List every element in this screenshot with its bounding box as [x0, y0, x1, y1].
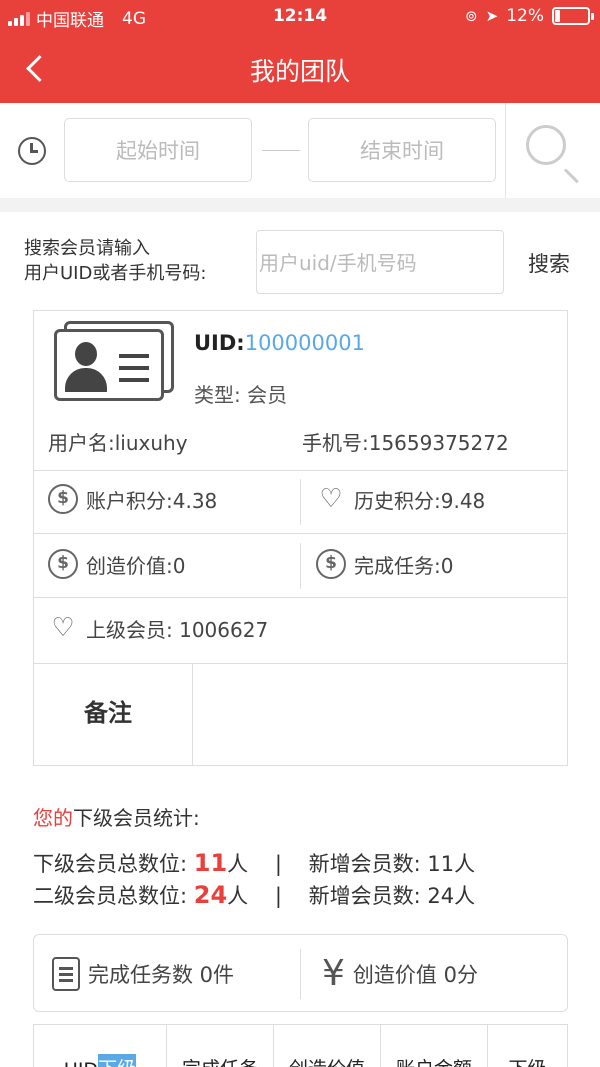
- member-type: 类型: 会员: [194, 383, 288, 407]
- stat-separator: |: [274, 884, 282, 908]
- main-content: 搜索会员请输入 用户UID或者手机号码: 用户uid/手机号码 搜索 UID:1…: [0, 212, 600, 1067]
- history-points-label: 历史积分:9.48: [354, 488, 486, 513]
- uid-label: UID:: [194, 331, 245, 355]
- status-bar: 中国联通 4G 12:14 ⊚ ➤ 12%: [0, 0, 600, 34]
- card-col-divider: [300, 479, 301, 525]
- rotation-lock-icon: ⊚: [465, 7, 478, 25]
- card-divider: [34, 597, 567, 598]
- col-uid-highlight: 下级: [98, 1054, 137, 1067]
- search-input[interactable]: 用户uid/手机号码: [256, 230, 504, 294]
- yen-icon: ¥: [322, 953, 345, 994]
- stat-label: 二级会员总数位:: [33, 884, 188, 908]
- battery-percent: 12%: [506, 6, 544, 26]
- card-col-divider: [300, 543, 301, 589]
- summary-value-label: 创造价值 0分: [352, 963, 478, 987]
- superior-member: ♡ 上级会员: 1006627: [48, 613, 268, 643]
- app-header: 中国联通 4G 12:14 ⊚ ➤ 12% 我的团队: [0, 0, 600, 103]
- created-value-label: 创造价值:0: [86, 553, 186, 578]
- summary-tasks-label: 完成任务数 0件: [88, 963, 235, 987]
- completed-tasks: $ 完成任务:0: [316, 549, 453, 579]
- search-button[interactable]: 搜索: [528, 248, 570, 278]
- points-exchange-icon: $: [48, 484, 78, 514]
- superior-member-label: 上级会员: 1006627: [86, 617, 269, 642]
- dollar-coin-icon: $: [316, 549, 346, 579]
- stats-title-rest: 下级会员统计:: [73, 806, 200, 830]
- col-value[interactable]: 创造价值: [274, 1025, 381, 1067]
- stat-new: 新增会员数: 11人: [308, 852, 476, 876]
- col-uid-label: UID: [64, 1059, 98, 1067]
- stat-unit: 人: [227, 884, 249, 908]
- account-points: $ 账户积分:4.38: [48, 484, 217, 514]
- heart-icon: ♡: [51, 613, 75, 643]
- history-points: ♡ 历史积分:9.48: [316, 484, 485, 514]
- member-username: 用户名:liuxuhy: [48, 431, 188, 455]
- date-range-dash: [262, 150, 300, 151]
- summary-tasks: 完成任务数 0件: [52, 957, 234, 991]
- stat-unit: 人: [227, 852, 249, 876]
- search-label-line2: 用户UID或者手机号码:: [24, 263, 207, 284]
- page-title: 我的团队: [249, 57, 350, 86]
- card-divider: [34, 533, 567, 534]
- summary-divider: [300, 949, 301, 999]
- completed-tasks-label: 完成任务:0: [354, 553, 454, 578]
- search-label: 搜索会员请输入 用户UID或者手机号码:: [24, 236, 206, 286]
- uid-value: 100000001: [244, 331, 365, 355]
- stat-label: 下级会员总数位:: [33, 852, 188, 876]
- battery-icon: [552, 7, 594, 25]
- id-card-icon: [54, 329, 164, 401]
- clock-icon: [18, 137, 46, 165]
- col-uid[interactable]: UID 下级: [34, 1025, 167, 1067]
- member-phone: 手机号:15659375272: [302, 431, 509, 455]
- member-card: UID:100000001 类型: 会员 用户名:liuxuhy 手机号:156…: [33, 310, 568, 766]
- stat-count: 11: [193, 849, 228, 877]
- card-divider: [34, 470, 567, 471]
- nav-bar: 我的团队: [0, 34, 600, 103]
- col-amount[interactable]: 账户金额: [381, 1025, 488, 1067]
- account-points-label: 账户积分:4.38: [86, 488, 218, 513]
- search-label-line1: 搜索会员请输入: [24, 238, 150, 259]
- date-filter: 起始时间 结束时间: [0, 103, 600, 198]
- search-icon[interactable]: [526, 125, 566, 165]
- col-subordinate[interactable]: 下级: [488, 1025, 567, 1067]
- stat-line-level1: 下级会员总数位: 11人 | 新增会员数: 11人: [33, 848, 475, 878]
- stats-title-highlight: 您的: [33, 806, 73, 830]
- member-uid: UID:100000001: [194, 331, 365, 355]
- end-date-field[interactable]: 结束时间: [308, 118, 496, 182]
- money-bag-icon: $: [48, 549, 78, 579]
- document-icon: [52, 957, 80, 991]
- card-divider: [34, 663, 567, 664]
- col-tasks[interactable]: 完成任务: [167, 1025, 274, 1067]
- summary-box: 完成任务数 0件 ¥ 创造价值 0分: [33, 934, 568, 1012]
- note-divider: [192, 663, 193, 766]
- summary-value: ¥ 创造价值 0分: [322, 953, 478, 994]
- location-icon: ➤: [485, 7, 499, 25]
- note-label: 备注: [84, 699, 132, 727]
- stat-line-level2: 二级会员总数位: 24人 | 新增会员数: 24人: [33, 880, 475, 910]
- created-value: $ 创造价值:0: [48, 549, 185, 579]
- stat-separator: |: [274, 852, 282, 876]
- start-date-field[interactable]: 起始时间: [64, 118, 252, 182]
- subordinate-table-header: UID 下级 完成任务 创造价值 账户金额 下级: [33, 1024, 568, 1067]
- stat-count: 24: [193, 881, 228, 909]
- stat-new: 新增会员数: 24人: [308, 884, 476, 908]
- filter-divider: [505, 103, 506, 198]
- stats-title: 您的下级会员统计:: [33, 802, 200, 831]
- heart-icon: ♡: [319, 484, 343, 514]
